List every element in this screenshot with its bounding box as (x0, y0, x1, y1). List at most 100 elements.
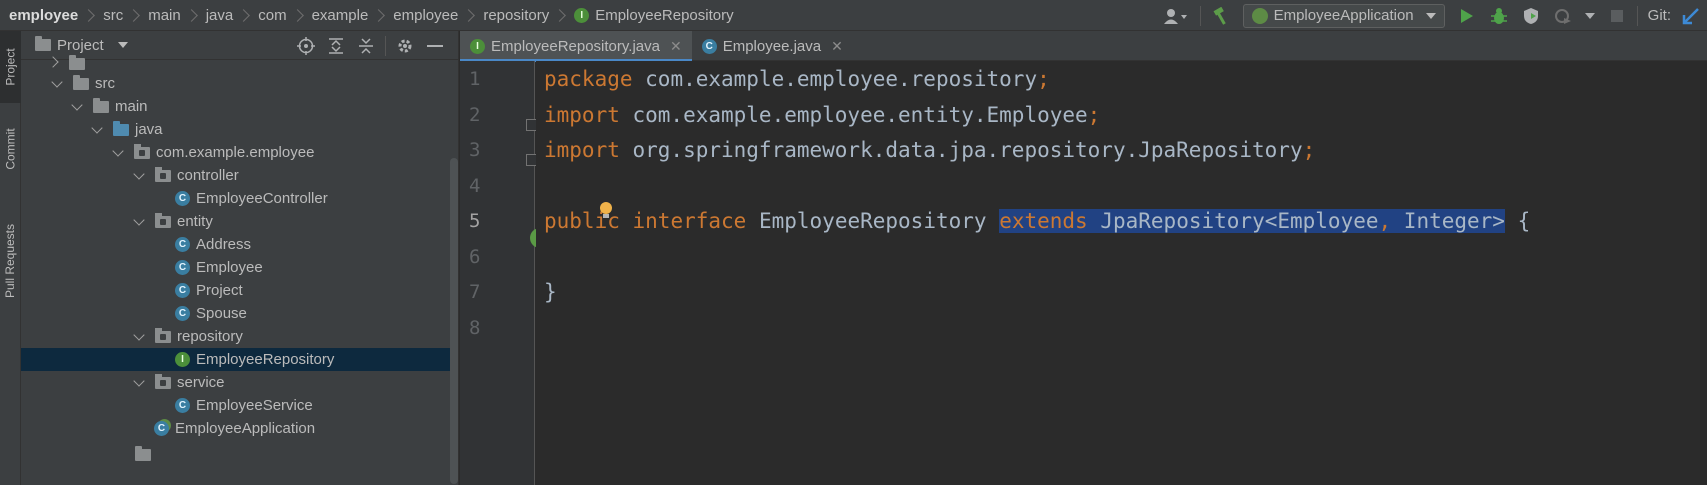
run-icon[interactable] (1456, 5, 1478, 27)
chevron-down-icon (51, 75, 63, 88)
code-text: { (1504, 209, 1531, 233)
line-number: 4 (469, 175, 481, 197)
project-panel-scrollbar[interactable] (450, 158, 458, 484)
chevron-right-icon (462, 8, 476, 22)
user-icon[interactable] (1161, 5, 1191, 27)
code-line: package com.example.employee.repository; (544, 64, 1050, 94)
tree-row[interactable]: entity (21, 210, 458, 233)
semicolon: ; (1087, 103, 1101, 127)
stripe-tab-project-label: Project (3, 48, 18, 86)
chevron-down-icon (133, 374, 145, 387)
tree-row-label: main (115, 98, 148, 115)
tree-row[interactable]: java (21, 118, 458, 141)
tree-row[interactable]: C Employee (21, 256, 458, 279)
code-text: JpaRepository<Employee (1087, 209, 1379, 233)
tree-row[interactable]: C EmployeeController (21, 187, 458, 210)
code-text: EmployeeRepository (746, 209, 1000, 233)
tree-row[interactable]: C EmployeeService (21, 394, 458, 417)
line-number: 8 (469, 317, 481, 339)
breadcrumb-item[interactable]: example (312, 7, 369, 24)
build-hammer-icon[interactable] (1210, 5, 1232, 27)
tab-employee-repository[interactable]: I EmployeeRepository.java ✕ (460, 31, 692, 62)
stop-icon[interactable] (1606, 5, 1628, 27)
chevron-down-icon (91, 121, 103, 134)
keyword: extends (999, 209, 1088, 233)
spring-app-icon: C (154, 421, 169, 436)
chevron-down-icon[interactable] (117, 42, 128, 48)
tree-row-label: EmployeeApplication (175, 420, 316, 437)
tab-label: Employee.java (722, 37, 822, 55)
editor-tabs: I EmployeeRepository.java ✕ C Employee.j… (460, 31, 1707, 62)
tree-row-label: Address (196, 236, 252, 253)
line-number: 6 (469, 246, 481, 268)
chevron-right-icon (127, 8, 141, 22)
tree-row-label: EmployeeService (196, 397, 313, 414)
tree-row[interactable]: C Address (21, 233, 458, 256)
tree-row-label: src (95, 75, 115, 92)
tree-row[interactable]: src (21, 72, 458, 95)
semicolon: ; (1302, 138, 1316, 162)
tree-row-label: com.example.employee (156, 144, 315, 161)
chevron-down-icon (71, 98, 83, 111)
class-icon: C (175, 283, 190, 298)
breadcrumb-item[interactable]: employee (9, 7, 78, 24)
tree-row[interactable]: C EmployeeApplication (21, 417, 458, 440)
toolbar-divider (1636, 5, 1638, 26)
chevron-right-icon (290, 8, 304, 22)
tree-row[interactable]: repository (21, 325, 458, 348)
stripe-tab-pull-requests-label: Pull Requests (3, 223, 18, 299)
chevron-right-icon (372, 8, 386, 22)
chevron-right-icon (237, 8, 251, 22)
breadcrumb-item[interactable]: src (103, 7, 123, 24)
lightbulb-intention-icon[interactable] (600, 202, 612, 218)
tree-row[interactable]: C Spouse (21, 302, 458, 325)
project-panel: Project src main java com.example.employ… (21, 31, 459, 485)
tool-window-stripe: Project Commit Pull Requests (0, 31, 21, 485)
run-configuration-select[interactable]: EmployeeApplication (1242, 3, 1445, 28)
code-editor[interactable]: package com.example.employee.repository;… (536, 61, 1707, 485)
main-toolbar: EmployeeApplication Git: (1156, 0, 1707, 31)
coverage-shield-icon[interactable] (1520, 5, 1542, 27)
interface-icon: I (574, 7, 590, 23)
git-label: Git: (1647, 7, 1671, 24)
breadcrumb-item[interactable]: repository (483, 7, 549, 24)
package-icon (155, 373, 171, 389)
tree-row[interactable]: controller (21, 164, 458, 187)
line-number: 5 (469, 210, 481, 232)
tree-row[interactable]: C Project (21, 279, 458, 302)
tree-row[interactable]: service (21, 371, 458, 394)
tab-employee[interactable]: C Employee.java ✕ (692, 31, 853, 61)
tree-row[interactable]: com.example.employee (21, 141, 458, 164)
tree-row-selected[interactable]: I EmployeeRepository (21, 348, 458, 371)
chevron-down-icon (1425, 12, 1436, 19)
project-panel-title[interactable]: Project (57, 37, 104, 54)
tree-row-partial[interactable] (21, 443, 458, 466)
breadcrumb-item-current[interactable]: EmployeeRepository (595, 7, 733, 24)
profiler-icon[interactable] (1552, 5, 1574, 27)
stripe-tab-pull-requests[interactable]: Pull Requests (0, 191, 21, 331)
debug-bug-icon[interactable] (1488, 5, 1510, 27)
folder-icon (73, 74, 89, 90)
close-icon[interactable]: ✕ (670, 38, 682, 55)
breadcrumb-item[interactable]: java (206, 7, 234, 24)
git-update-icon[interactable] (1680, 5, 1702, 27)
run-configuration-label: EmployeeApplication (1273, 7, 1414, 24)
stripe-tab-commit[interactable]: Commit (0, 109, 21, 189)
breadcrumb-item[interactable]: employee (393, 7, 458, 24)
keyword: import (544, 138, 620, 162)
breadcrumb-item[interactable]: com (258, 7, 286, 24)
tree-row-label: EmployeeRepository (196, 351, 335, 368)
class-icon: C (175, 398, 190, 413)
tree-row[interactable]: main (21, 95, 458, 118)
tree-row-label: Spouse (196, 305, 247, 322)
breadcrumb: employee src main java com example emplo… (0, 0, 734, 30)
comma: , (1378, 209, 1392, 233)
code-text: com.example.employee.entity.Employee (619, 103, 1088, 127)
close-icon[interactable]: ✕ (831, 38, 843, 55)
line-number: 2 (469, 104, 481, 126)
breadcrumb-item[interactable]: main (148, 7, 181, 24)
keyword: import (544, 103, 620, 127)
code-text: } (544, 280, 557, 304)
stripe-tab-project[interactable]: Project (0, 31, 21, 103)
more-run-options-icon[interactable] (1584, 5, 1596, 27)
